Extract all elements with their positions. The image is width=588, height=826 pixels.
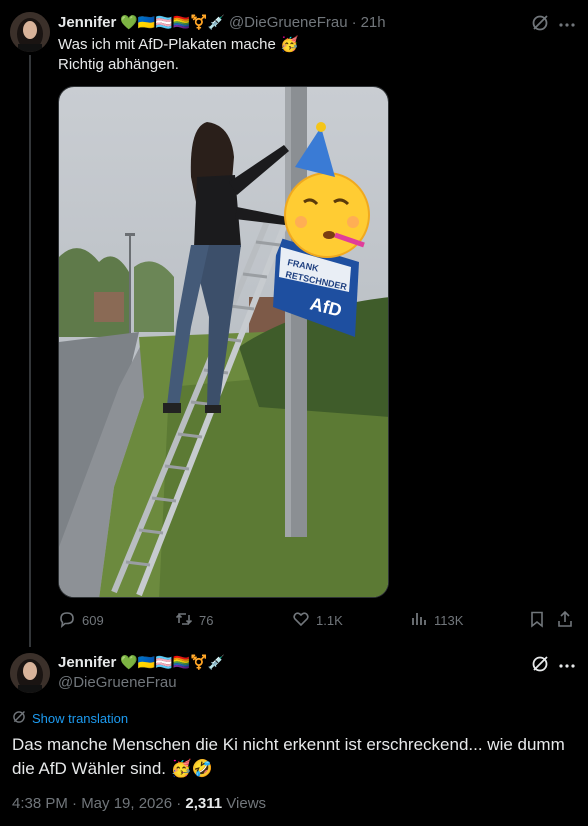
thread-connector-line — [29, 55, 31, 647]
repost-button[interactable]: 76 — [175, 608, 213, 632]
reply-count: 609 — [82, 612, 104, 628]
reply-button[interactable]: 609 — [58, 608, 104, 632]
author-avatar-2[interactable] — [10, 653, 50, 693]
more-options-icon[interactable] — [558, 16, 576, 34]
show-translation-label: Show translation — [32, 711, 129, 726]
post-media-photo[interactable]: FRANK RETSCHNDER AfD — [58, 86, 389, 598]
repost-icon — [175, 610, 193, 631]
post-time[interactable]: 21h — [361, 14, 386, 31]
grok-icon-2[interactable] — [531, 655, 549, 673]
analytics-icon — [410, 610, 428, 631]
views-count: 113K — [434, 612, 464, 628]
views-button[interactable]: 113K — [410, 608, 463, 632]
show-translation-link[interactable]: Show translation — [12, 710, 128, 727]
author-emoji-badges: 💚🇺🇦🏳️‍⚧️🏳️‍🌈⚧️💉 — [120, 13, 225, 30]
post1-text-line1: Was ich mit AfD-Plakaten mache 🥳 — [58, 36, 299, 53]
post2-text: Das manche Menschen die Ki nicht erkennt… — [12, 735, 565, 778]
author-handle[interactable]: @DieGrueneFrau — [229, 14, 348, 31]
post1-text: Was ich mit AfD-Plakaten mache 🥳 Richtig… — [58, 35, 299, 75]
share-icon — [556, 610, 574, 631]
like-count: 1.1K — [316, 612, 343, 628]
post2-views-count: 2,311 — [185, 795, 223, 812]
bookmark-icon — [528, 610, 546, 631]
bookmark-button[interactable] — [528, 608, 546, 632]
reply-icon — [58, 610, 76, 631]
post2-header: Jennifer 💚🇺🇦🏳️‍⚧️🏳️‍🌈⚧️💉 — [58, 652, 225, 672]
more-options-icon-2[interactable] — [558, 657, 576, 675]
post2-views-label: Views — [222, 795, 267, 812]
author-name[interactable]: Jennifer — [58, 14, 116, 31]
post2-meta: 4:38 PM · May 19, 2026 · 2,311 Views — [12, 795, 266, 812]
author-name-2[interactable]: Jennifer — [58, 654, 116, 671]
like-button[interactable]: 1.1K — [292, 608, 343, 632]
author-handle-2[interactable]: @DieGrueneFrau — [58, 674, 177, 691]
grok-icon[interactable] — [531, 14, 549, 32]
post2-timestamp[interactable]: 4:38 PM · May 19, 2026 · — [12, 795, 185, 812]
translate-icon — [12, 710, 26, 727]
post1-text-line2: Richtig abhängen. — [58, 56, 179, 73]
share-button[interactable] — [556, 608, 574, 632]
separator-dot: · — [351, 13, 357, 31]
author-avatar[interactable] — [10, 12, 50, 52]
post1-header: Jennifer 💚🇺🇦🏳️‍⚧️🏳️‍🌈⚧️💉 @DieGrueneFrau … — [58, 12, 386, 32]
post1-action-bar: 609 76 1.1K 113K — [58, 608, 578, 632]
repost-count: 76 — [199, 612, 214, 628]
author-emoji-badges-2: 💚🇺🇦🏳️‍⚧️🏳️‍🌈⚧️💉 — [120, 653, 225, 670]
heart-icon — [292, 610, 310, 631]
